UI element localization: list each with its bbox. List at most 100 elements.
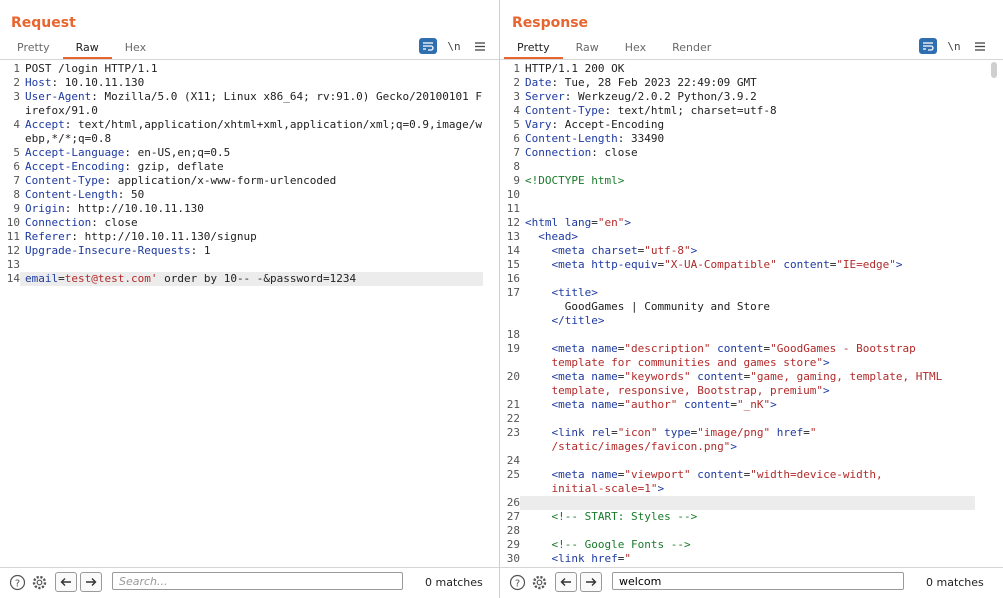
response-editor[interactable]: 1 HTTP/1.1 200 OK 2 Date: Tue, 28 Feb 2023 … — [500, 62, 1003, 568]
line-content: HTTP/1.1 200 OK — [525, 62, 625, 75]
response-tabs: Pretty Raw Hex Render — [504, 40, 724, 60]
line-content: ​ — [520, 272, 975, 286]
line-content: <!DOCTYPE html> — [525, 174, 625, 187]
settings-icon[interactable] — [30, 573, 48, 591]
request-search-bar: ? 0 matches — [0, 567, 499, 598]
line-content: ​ — [520, 412, 975, 426]
response-tab-raw[interactable]: Raw — [563, 40, 612, 59]
settings-icon[interactable] — [530, 573, 548, 591]
line-number: 12 — [506, 216, 520, 229]
code-line: 13​ — [0, 258, 498, 272]
line-content: <title> GoodGames | Community and Store … — [551, 286, 771, 327]
line-content: <!-- Google Fonts --> — [551, 538, 691, 551]
code-line: 23 <link rel="icon" type="image/png" hre… — [500, 426, 1003, 454]
code-line: 10​ — [500, 188, 1003, 202]
newline-icon[interactable]: \n — [945, 38, 963, 54]
request-search-input[interactable] — [112, 572, 403, 590]
line-content: ​ — [520, 328, 975, 342]
code-line: 14 email=test@test.com' order by 10-- -&p… — [0, 272, 498, 286]
arrow-left-icon[interactable] — [555, 572, 577, 592]
line-content: Referer: http://10.10.11.130/signup — [25, 230, 257, 243]
line-content: Origin: http://10.10.11.130 — [25, 202, 204, 215]
line-number: 13 — [506, 230, 520, 243]
code-line: 17 <title> GoodGames | Community and Sto… — [500, 286, 1003, 328]
help-icon[interactable]: ? — [8, 573, 26, 591]
response-pane: Response Pretty Raw Hex Render \n 1 HTTP/… — [500, 0, 1003, 598]
line-number: 11 — [506, 202, 520, 215]
menu-icon[interactable] — [971, 38, 989, 54]
line-number: 29 — [506, 538, 520, 551]
code-line: 14 <meta charset="utf-8"> — [500, 244, 1003, 258]
line-number: 4 — [13, 118, 20, 131]
arrow-left-icon[interactable] — [55, 572, 77, 592]
line-number: 10 — [506, 188, 520, 201]
line-number: 12 — [6, 244, 20, 257]
response-matches-count: 0 matches — [926, 576, 984, 589]
arrow-right-icon[interactable] — [80, 572, 102, 592]
response-search-input[interactable] — [612, 572, 904, 590]
line-number: 21 — [506, 398, 520, 411]
svg-text:?: ? — [514, 578, 519, 589]
line-content: Content-Length: 33490 — [525, 132, 665, 145]
code-line: 9 <!DOCTYPE html> — [500, 174, 1003, 188]
request-matches-count: 0 matches — [425, 576, 483, 589]
code-line: 26​ — [500, 496, 1003, 510]
response-scrollbar[interactable] — [991, 62, 997, 78]
menu-icon[interactable] — [471, 38, 489, 54]
code-line: 6 Content-Length: 33490 — [500, 132, 1003, 146]
line-number: 6 — [513, 132, 520, 145]
code-line: 8​ — [500, 160, 1003, 174]
arrow-right-icon[interactable] — [580, 572, 602, 592]
line-content: ​ — [520, 188, 975, 202]
line-number: 25 — [506, 468, 520, 481]
line-number: 10 — [6, 216, 20, 229]
code-line: 29 <!-- Google Fonts --> — [500, 538, 1003, 552]
response-tab-render[interactable]: Render — [659, 40, 724, 59]
line-content: email=test@test.com' order by 10-- -&pas… — [20, 272, 483, 286]
line-content: Date: Tue, 28 Feb 2023 22:49:09 GMT — [525, 76, 757, 89]
request-tab-hex[interactable]: Hex — [112, 40, 159, 59]
line-content: Upgrade-Insecure-Requests: 1 — [25, 244, 211, 257]
line-number: 24 — [506, 454, 520, 467]
line-content: Accept-Language: en-US,en;q=0.5 — [25, 146, 231, 159]
code-line: 4 Accept: text/html,application/xhtml+xml… — [0, 118, 498, 146]
code-line: 10 Connection: close — [0, 216, 498, 230]
help-icon[interactable]: ? — [508, 573, 526, 591]
line-number: 2 — [513, 76, 520, 89]
line-number: 23 — [506, 426, 520, 439]
code-line: 27 <!-- START: Styles --> — [500, 510, 1003, 524]
wrap-lines-icon[interactable] — [919, 38, 937, 54]
code-line: 9 Origin: http://10.10.11.130 — [0, 202, 498, 216]
wrap-lines-icon[interactable] — [419, 38, 437, 54]
response-tab-hex[interactable]: Hex — [612, 40, 659, 59]
line-number: 6 — [13, 160, 20, 173]
response-title: Response — [512, 15, 589, 31]
line-number: 14 — [6, 272, 20, 285]
line-content: ​ — [520, 496, 975, 510]
line-content: ​ — [520, 202, 975, 216]
line-content: Connection: close — [525, 146, 638, 159]
line-content: Content-Type: application/x-www-form-url… — [25, 174, 337, 187]
line-content: <meta name="author" content="_nK"> — [551, 398, 777, 411]
line-number: 8 — [13, 188, 20, 201]
code-line: 8 Content-Length: 50 — [0, 188, 498, 202]
request-title: Request — [11, 15, 76, 31]
line-number: 19 — [506, 342, 520, 355]
response-tab-pretty[interactable]: Pretty — [504, 40, 563, 59]
request-tab-divider — [0, 59, 499, 60]
newline-icon[interactable]: \n — [445, 38, 463, 54]
code-line: 19 <meta name="description" content="Goo… — [500, 342, 1003, 370]
code-line: 3 Server: Werkzeug/2.0.2 Python/3.9.2 — [500, 90, 1003, 104]
code-line: 24​ — [500, 454, 1003, 468]
line-number: 11 — [6, 230, 20, 243]
line-number: 30 — [506, 552, 520, 565]
line-number: 3 — [513, 90, 520, 103]
line-number: 18 — [506, 328, 520, 341]
line-content: ​ — [520, 524, 975, 538]
line-content: <meta name="description" content="GoodGa… — [551, 342, 916, 369]
request-editor[interactable]: 1 POST /login HTTP/1.1 2 Host: 10.10.11.130… — [0, 62, 498, 568]
request-tab-raw[interactable]: Raw — [62, 40, 112, 59]
line-number: 27 — [506, 510, 520, 523]
request-tab-pretty[interactable]: Pretty — [4, 40, 63, 59]
code-line: 2 Host: 10.10.11.130 — [0, 76, 498, 90]
